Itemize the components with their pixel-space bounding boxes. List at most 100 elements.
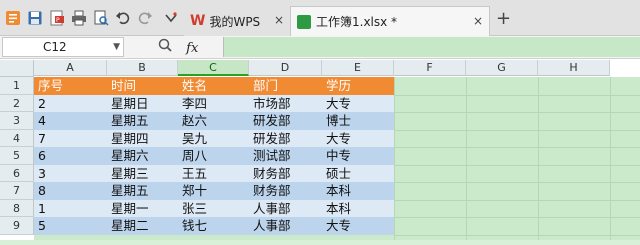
table-cell[interactable]: 王五 bbox=[180, 165, 207, 183]
table-cell[interactable]: 研发部 bbox=[251, 130, 291, 148]
table-cell[interactable]: 赵六 bbox=[180, 112, 207, 130]
table-cell[interactable]: 星期日 bbox=[109, 95, 149, 113]
grid-line bbox=[538, 77, 539, 245]
column-header-f[interactable]: F bbox=[394, 60, 466, 76]
table-cell[interactable]: 财务部 bbox=[251, 165, 291, 183]
row-header-8[interactable]: 8 bbox=[0, 199, 34, 217]
name-box-value: C12 bbox=[43, 40, 67, 54]
status-strip bbox=[0, 240, 640, 245]
table-cell[interactable]: 2 bbox=[36, 95, 46, 113]
print-preview-icon[interactable] bbox=[92, 9, 110, 27]
table-header-cell[interactable]: 学历 bbox=[324, 77, 351, 95]
column-header-h[interactable]: H bbox=[538, 60, 610, 76]
table-cell[interactable]: 星期一 bbox=[109, 200, 149, 218]
row-header-2[interactable]: 2 bbox=[0, 94, 34, 112]
column-header-a[interactable]: A bbox=[34, 60, 107, 76]
table-cell[interactable]: 5 bbox=[36, 217, 46, 235]
table-cell[interactable]: 市场部 bbox=[251, 95, 291, 113]
column-header-c[interactable]: C bbox=[178, 60, 249, 76]
column-header-g[interactable]: G bbox=[466, 60, 538, 76]
tab-workbook[interactable]: 工作簿1.xlsx * × bbox=[290, 6, 490, 36]
table-cell[interactable]: 星期六 bbox=[109, 147, 149, 165]
table-cell[interactable]: 张三 bbox=[180, 200, 207, 218]
column-header-b[interactable]: B bbox=[107, 60, 178, 76]
table-cell[interactable]: 人事部 bbox=[251, 200, 291, 218]
print-icon[interactable] bbox=[70, 9, 88, 27]
table-cell[interactable]: 星期四 bbox=[109, 130, 149, 148]
table-cell[interactable]: 郑十 bbox=[180, 182, 207, 200]
close-icon[interactable]: × bbox=[274, 13, 284, 27]
table-cell[interactable]: 吴九 bbox=[180, 130, 207, 148]
table-cell[interactable]: 中专 bbox=[324, 147, 351, 165]
grid-line bbox=[466, 77, 467, 245]
chevron-down-icon[interactable]: ▼ bbox=[113, 38, 120, 56]
tab-workbook-label: 工作簿1.xlsx * bbox=[316, 15, 398, 29]
column-header-d[interactable]: D bbox=[249, 60, 322, 76]
table-header-cell[interactable]: 序号 bbox=[36, 77, 63, 95]
title-bar: P W 我的WPS × 工作簿1.xlsx * × + bbox=[0, 0, 640, 36]
row-header-1[interactable]: 1 bbox=[0, 77, 34, 95]
formula-bar: C12 ▼ fx bbox=[0, 36, 640, 59]
table-cell[interactable]: 星期二 bbox=[109, 217, 149, 235]
row-header-9[interactable]: 9 bbox=[0, 217, 34, 235]
new-tab-button[interactable]: + bbox=[496, 8, 511, 29]
grid-line bbox=[394, 234, 640, 236]
table-cell[interactable]: 1 bbox=[36, 200, 46, 218]
tab-my-wps[interactable]: W 我的WPS × bbox=[184, 6, 290, 36]
more-icon[interactable] bbox=[162, 9, 180, 27]
grid-line bbox=[394, 147, 640, 148]
table-cell[interactable]: 星期三 bbox=[109, 165, 149, 183]
export-pdf-icon[interactable]: P bbox=[48, 9, 66, 27]
table-cell[interactable]: 3 bbox=[36, 165, 46, 183]
save-icon[interactable] bbox=[26, 9, 44, 27]
row-header-3[interactable]: 3 bbox=[0, 112, 34, 130]
grid-line bbox=[610, 77, 611, 245]
table-cell[interactable]: 大专 bbox=[324, 217, 351, 235]
undo-icon[interactable] bbox=[114, 9, 132, 27]
table-cell[interactable]: 博士 bbox=[324, 112, 351, 130]
table-cell[interactable]: 钱七 bbox=[180, 217, 207, 235]
row-header-6[interactable]: 6 bbox=[0, 164, 34, 182]
row-header-7[interactable]: 7 bbox=[0, 182, 34, 200]
svg-text:P: P bbox=[56, 17, 60, 24]
table-cell[interactable]: 李四 bbox=[180, 95, 207, 113]
table-cell[interactable]: 测试部 bbox=[251, 147, 291, 165]
table-cell[interactable]: 8 bbox=[36, 182, 46, 200]
row-header-5[interactable]: 5 bbox=[0, 147, 34, 165]
table-cell[interactable]: 大专 bbox=[324, 95, 351, 113]
close-icon[interactable]: × bbox=[473, 14, 483, 28]
table-cell[interactable]: 6 bbox=[36, 147, 46, 165]
table-header-cell[interactable]: 部门 bbox=[251, 77, 278, 95]
grid-line bbox=[394, 164, 640, 166]
table-cell[interactable]: 本科 bbox=[324, 200, 351, 218]
formula-input[interactable] bbox=[223, 37, 640, 57]
table-cell[interactable]: 周八 bbox=[180, 147, 207, 165]
table-cell[interactable]: 星期五 bbox=[109, 112, 149, 130]
formula-tools: fx bbox=[158, 38, 198, 56]
table-cell[interactable]: 4 bbox=[36, 112, 46, 130]
grid-line bbox=[394, 217, 640, 218]
table-cell[interactable]: 7 bbox=[36, 130, 46, 148]
table-cell[interactable]: 人事部 bbox=[251, 217, 291, 235]
table-cell[interactable]: 硕士 bbox=[324, 165, 351, 183]
table-header-cell[interactable]: 时间 bbox=[109, 77, 136, 95]
sheet-background bbox=[394, 77, 640, 245]
grid-line bbox=[394, 199, 640, 201]
table-cell[interactable]: 研发部 bbox=[251, 112, 291, 130]
wps-logo-icon[interactable] bbox=[4, 9, 22, 27]
table-header-cell[interactable]: 姓名 bbox=[180, 77, 207, 95]
grid-line bbox=[394, 112, 640, 113]
table-cell[interactable]: 大专 bbox=[324, 130, 351, 148]
zoom-icon[interactable] bbox=[158, 38, 172, 56]
redo-icon[interactable] bbox=[136, 9, 154, 27]
name-box[interactable]: C12 ▼ bbox=[2, 37, 124, 57]
table-cell[interactable]: 财务部 bbox=[251, 182, 291, 200]
select-all-corner[interactable] bbox=[0, 60, 34, 77]
table-cell[interactable]: 本科 bbox=[324, 182, 351, 200]
spreadsheet-icon bbox=[297, 14, 311, 29]
row-header-4[interactable]: 4 bbox=[0, 129, 34, 147]
column-header-e[interactable]: E bbox=[322, 60, 394, 76]
fx-button[interactable]: fx bbox=[186, 41, 198, 56]
table-cell[interactable]: 星期五 bbox=[109, 182, 149, 200]
grid-line bbox=[394, 129, 640, 131]
